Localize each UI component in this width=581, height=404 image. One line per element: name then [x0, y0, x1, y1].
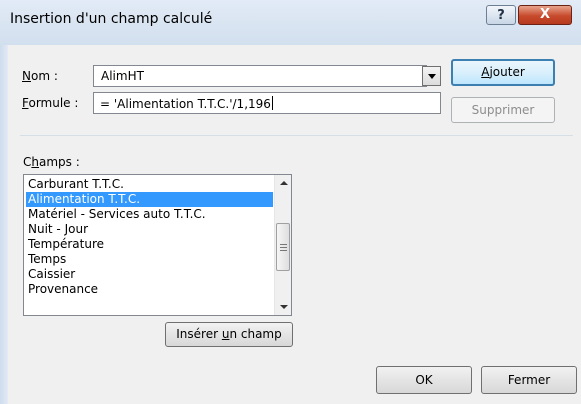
formule-value: = 'Alimentation T.T.C.'/1,196	[100, 96, 273, 111]
list-item[interactable]: Carburant T.T.C.	[26, 177, 273, 192]
dialog-window: Insertion d'un champ calculé ? X Nom : A…	[0, 0, 581, 404]
scroll-up-icon[interactable]	[275, 175, 291, 191]
champs-label: Champs :	[23, 155, 80, 169]
list-item[interactable]: Matériel - Services auto T.T.C.	[26, 207, 273, 222]
ok-button[interactable]: OK	[376, 366, 472, 394]
window-frame	[0, 45, 8, 404]
list-item[interactable]: Température	[26, 237, 273, 252]
title-bar[interactable]: Insertion d'un champ calculé ? X	[0, 0, 581, 45]
inserer-champ-button[interactable]: Insérer un champ	[165, 322, 293, 347]
formule-label: Formule :	[22, 96, 79, 110]
chevron-down-icon[interactable]	[422, 66, 441, 86]
vertical-scrollbar[interactable]	[274, 175, 291, 315]
formule-input[interactable]: = 'Alimentation T.T.C.'/1,196	[93, 92, 441, 114]
grip-line	[280, 244, 287, 245]
list-item[interactable]: Nuit - Jour	[26, 222, 273, 237]
nom-label: Nom :	[22, 69, 58, 83]
scroll-thumb[interactable]	[276, 223, 290, 271]
scroll-down-icon[interactable]	[275, 299, 291, 315]
ajouter-button[interactable]: Ajouter	[451, 59, 555, 86]
grip-line	[280, 250, 287, 251]
champs-listbox[interactable]: Carburant T.T.C. Alimentation T.T.C. Mat…	[23, 174, 292, 316]
text-caret	[271, 96, 273, 110]
list-item[interactable]: Caissier	[26, 267, 273, 282]
help-button[interactable]: ?	[486, 5, 516, 25]
window-title: Insertion d'un champ calculé	[10, 11, 213, 27]
grip-line	[280, 247, 287, 248]
dialog-body: Nom : AlimHT Formule : = 'Alimentation T…	[8, 45, 581, 404]
nom-combobox[interactable]: AlimHT	[93, 65, 427, 87]
list-item[interactable]: Temps	[26, 252, 273, 267]
supprimer-button[interactable]: Supprimer	[451, 97, 555, 123]
close-button[interactable]: X	[518, 5, 572, 25]
nom-value: AlimHT	[101, 69, 144, 83]
close-icon: X	[539, 7, 551, 22]
help-icon: ?	[497, 8, 505, 23]
list-item[interactable]: Alimentation T.T.C.	[26, 192, 273, 207]
separator	[20, 135, 573, 136]
list-item[interactable]: Provenance	[26, 282, 273, 297]
fermer-button[interactable]: Fermer	[481, 366, 577, 394]
